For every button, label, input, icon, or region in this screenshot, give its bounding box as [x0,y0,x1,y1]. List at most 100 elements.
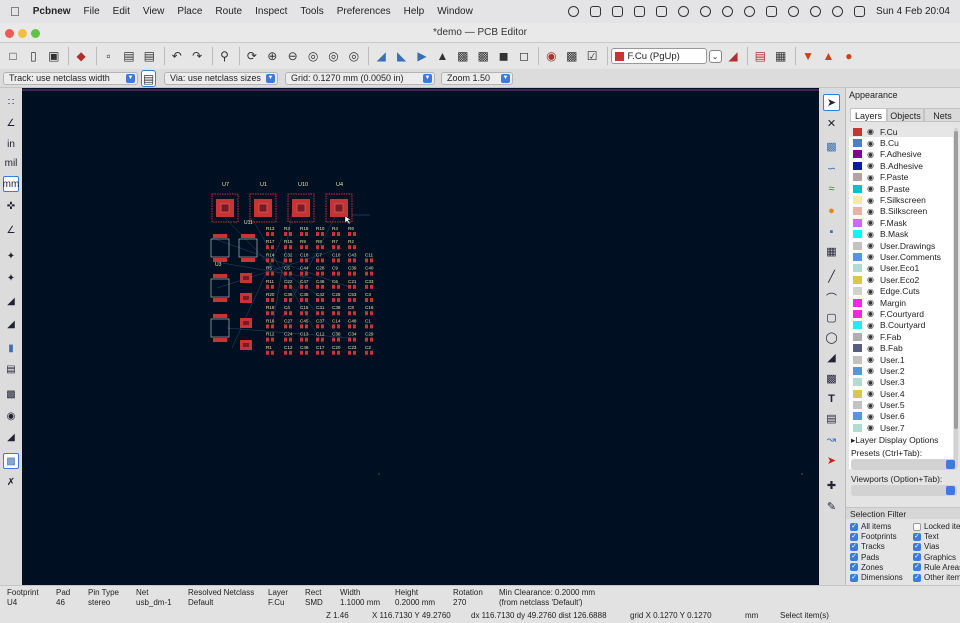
layer-color-swatch[interactable] [853,264,862,273]
pad[interactable] [271,350,274,355]
filter-text-checkbox[interactable]: ✓ Text [913,532,939,541]
eye-icon[interactable]: ◉ [867,366,875,375]
pad[interactable] [337,258,340,263]
grid-icon[interactable] [634,6,646,17]
small-ic-pads[interactable] [241,234,255,238]
route-diff-pair-icon[interactable]: ≈ [823,180,840,197]
show-ratsnest-icon[interactable]: ✦ [3,248,19,264]
layer-color-swatch[interactable] [853,207,862,216]
pad[interactable] [305,271,308,276]
eye-icon[interactable]: ◉ [867,423,875,432]
layer-row[interactable]: ◉ User.4 [849,388,953,399]
pad[interactable] [321,258,324,263]
pad[interactable] [365,337,368,342]
pad[interactable] [348,311,351,316]
zone-fill-icon[interactable]: ◢ [3,293,19,309]
pad[interactable] [266,284,269,289]
drc-icon[interactable]: ☑ [583,47,601,65]
layer-list[interactable]: ◉ F.Cu ◉ B.Cu ◉ F.Adhesive ◉ B.Adhesive ◉ F.Paste… [849,126,953,469]
layer-row[interactable]: ◉ F.Paste [849,172,953,183]
net-inspector-icon[interactable]: ◉ [542,47,560,65]
pad[interactable] [332,337,335,342]
layer-color-swatch[interactable] [853,218,862,227]
layer-row[interactable]: ◉ F.Silkscreen [849,194,953,205]
layer-color-swatch[interactable] [853,173,862,182]
track-outline-icon[interactable]: ▤ [3,361,19,377]
record-icon[interactable] [568,6,580,17]
pad[interactable] [284,350,287,355]
select-tool-icon[interactable]: ➤ [823,94,840,111]
redo-icon[interactable]: ↷ [188,47,206,65]
shield-icon[interactable] [590,6,602,17]
pad[interactable] [266,232,269,236]
layer-row[interactable]: ◉ User.Drawings [849,240,953,251]
zoom-dropdown[interactable]: Zoom 1.50 ▼ [441,72,513,85]
pad[interactable] [284,232,287,236]
draw-rectangle-icon[interactable]: ▢ [823,309,840,326]
eye-icon[interactable]: ◉ [867,196,875,205]
layer-color-swatch[interactable] [853,389,862,398]
pad[interactable] [300,350,303,355]
properties-icon[interactable]: ✗ [3,474,19,490]
pad[interactable] [316,337,319,342]
open-icon[interactable]: ▯ [24,47,42,65]
small-ic-pads[interactable] [213,338,227,342]
menu-file[interactable]: File [84,6,100,17]
checkbox-mark[interactable]: ✓ [913,573,921,582]
pad[interactable] [300,245,303,250]
eye-icon[interactable]: ◉ [867,378,875,387]
layer-row[interactable]: ◉ User.Eco1 [849,263,953,274]
checkbox-mark[interactable]: ✓ [913,532,921,541]
moon-icon[interactable] [722,6,734,17]
local-ratsnest-icon[interactable]: ✕ [823,115,840,132]
unlock-item-icon[interactable]: ◻ [515,47,533,65]
layer-row[interactable]: ◉ User.7 [849,422,953,433]
presets-dropdown[interactable] [851,459,957,470]
rule-area-icon[interactable]: ▦ [823,243,840,260]
eye-icon[interactable]: ◉ [867,389,875,398]
tab-objects[interactable]: Objects [887,108,924,122]
pad[interactable] [289,311,292,316]
control-center-icon[interactable] [854,6,866,17]
pad[interactable] [305,258,308,263]
eye-icon[interactable]: ◉ [867,401,875,410]
eye-icon[interactable]: ◉ [867,321,875,330]
pad[interactable] [266,245,269,250]
page-settings-icon[interactable]: ▫ [100,47,118,65]
zoom-objects-icon[interactable]: ◎ [324,47,342,65]
menu-edit[interactable]: Edit [113,6,130,17]
plugin-2-icon[interactable]: ▲ [820,47,838,65]
lock-item-icon[interactable]: ◼ [495,47,513,65]
pad[interactable] [353,350,356,355]
eye-icon[interactable]: ◉ [867,264,875,273]
pad[interactable] [321,324,324,329]
small-ic-body[interactable] [210,318,230,338]
pad[interactable] [271,258,274,263]
pad[interactable] [284,271,287,276]
checkbox-mark[interactable]: ✓ [913,553,921,562]
pad[interactable] [321,284,324,289]
pad[interactable] [305,311,308,316]
filter-dimensions-checkbox[interactable]: ✓ Dimensions [850,573,903,582]
millimeters-icon[interactable]: mm [3,176,19,192]
pad[interactable] [271,337,274,342]
pad[interactable] [305,350,308,355]
pad[interactable] [316,298,319,302]
zoom-in-icon[interactable]: ⊕ [263,47,281,65]
pad[interactable] [300,271,303,276]
more-icon[interactable] [678,6,690,17]
eye-icon[interactable]: ◉ [867,344,875,353]
layer-row[interactable]: ◉ F.Cu [849,126,953,138]
layer-color-swatch[interactable] [853,150,862,159]
plugin-1-icon[interactable]: ▼ [799,47,817,65]
layer-color-swatch[interactable] [853,366,862,375]
pad[interactable] [300,298,303,302]
viewports-dropdown[interactable] [851,485,957,496]
pad[interactable] [365,324,368,329]
scripting-console-icon[interactable]: ▦ [772,47,790,65]
pad[interactable] [321,298,324,302]
pad[interactable] [300,284,303,289]
layer-color-swatch[interactable] [853,344,862,353]
pad-outline-icon[interactable]: ◢ [3,316,19,332]
pad[interactable] [289,245,292,250]
